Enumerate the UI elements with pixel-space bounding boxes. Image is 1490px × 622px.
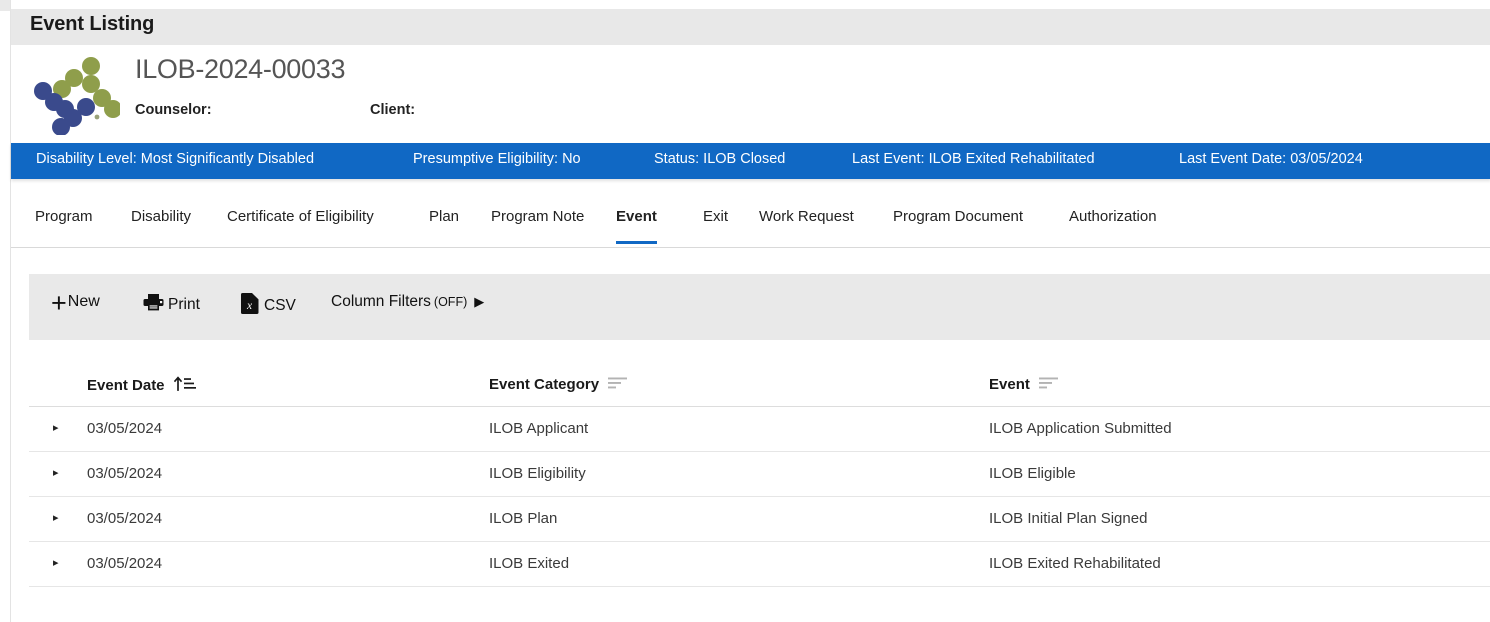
- row-expand-icon[interactable]: ▸: [53, 421, 59, 434]
- column-header-event[interactable]: Event: [989, 375, 1059, 393]
- sort-ascending-icon: [173, 376, 196, 396]
- cell-event-date: 03/05/2024: [87, 555, 163, 572]
- svg-text:x: x: [246, 300, 253, 312]
- status-presumptive-eligibility: Presumptive Eligibility: No: [413, 151, 581, 167]
- tab-event[interactable]: Event: [616, 208, 657, 244]
- record-id: ILOB-2024-00033: [135, 54, 346, 84]
- column-filters-state: (OFF): [433, 295, 468, 309]
- sort-icon: [608, 376, 628, 394]
- table-row[interactable]: ▸ 03/05/2024 ILOB Applicant ILOB Applica…: [29, 407, 1490, 452]
- column-header-label: Event Category: [489, 375, 600, 393]
- column-filters-label: Column Filters: [331, 293, 431, 310]
- cell-event-date: 03/05/2024: [87, 420, 163, 437]
- page-title: Event Listing: [30, 13, 155, 35]
- tab-exit[interactable]: Exit: [703, 208, 728, 241]
- table-row[interactable]: ▸ 03/05/2024 ILOB Eligibility ILOB Eligi…: [29, 452, 1490, 497]
- tab-authorization[interactable]: Authorization: [1069, 208, 1157, 241]
- status-status: Status: ILOB Closed: [654, 151, 786, 167]
- status-bar: Disability Level: Most Significantly Dis…: [11, 143, 1490, 179]
- column-header-event-date[interactable]: Event Date: [87, 375, 196, 395]
- new-button[interactable]: + New: [51, 288, 100, 318]
- caret-right-icon: ▶: [474, 294, 485, 309]
- event-listing-page: Tracking Inbox/Client/Program Listing/Pr…: [0, 0, 1490, 622]
- column-header-label: Event Date: [87, 376, 165, 394]
- csv-file-icon: x: [241, 293, 259, 319]
- csv-button[interactable]: x CSV: [241, 293, 296, 319]
- agency-dots-logo-icon: [34, 57, 120, 135]
- tab-program-note[interactable]: Program Note: [491, 208, 584, 241]
- tab-certificate-of-eligibility[interactable]: Certificate of Eligibility: [227, 208, 374, 241]
- sort-icon: [1038, 376, 1059, 394]
- status-last-event-date: Last Event Date: 03/05/2024: [1179, 151, 1363, 167]
- table-row[interactable]: ▸ 03/05/2024 ILOB Plan ILOB Initial Plan…: [29, 497, 1490, 542]
- cell-event-category: ILOB Applicant: [489, 420, 589, 437]
- cell-event-date: 03/05/2024: [87, 465, 163, 482]
- tab-work-request[interactable]: Work Request: [759, 208, 854, 241]
- cell-event-date: 03/05/2024: [87, 510, 163, 527]
- row-expand-icon[interactable]: ▸: [53, 466, 59, 479]
- page-title-bar: Event Listing: [11, 9, 1490, 45]
- status-disability-level: Disability Level: Most Significantly Dis…: [36, 151, 315, 167]
- listing-toolbar: + New Print x CSV Column Filters (OFF) ▶: [29, 274, 1490, 340]
- csv-button-label: CSV: [264, 297, 296, 314]
- print-button[interactable]: Print: [143, 293, 200, 316]
- printer-icon: [143, 293, 164, 316]
- tab-disability[interactable]: Disability: [131, 208, 191, 241]
- cell-event-category: ILOB Exited: [489, 555, 570, 572]
- tab-plan[interactable]: Plan: [429, 208, 459, 241]
- cell-event: ILOB Exited Rehabilitated: [989, 555, 1161, 572]
- column-header-label: Event: [989, 375, 1030, 393]
- tab-bar: Program Disability Certificate of Eligib…: [11, 196, 1490, 248]
- column-filters-toggle[interactable]: Column Filters (OFF) ▶: [331, 293, 484, 311]
- plus-icon: +: [51, 288, 67, 318]
- row-expand-icon[interactable]: ▸: [53, 511, 59, 524]
- content-panel: Event Listing ILOB-2024-00033 Counselor:…: [10, 0, 1490, 622]
- print-button-label: Print: [168, 295, 200, 313]
- row-expand-icon[interactable]: ▸: [53, 556, 59, 569]
- status-last-event: Last Event: ILOB Exited Rehabilitated: [852, 151, 1095, 167]
- cell-event: ILOB Eligible: [989, 465, 1076, 482]
- cell-event-category: ILOB Eligibility: [489, 465, 586, 482]
- tab-program-document[interactable]: Program Document: [893, 208, 1023, 241]
- counselor-label: Counselor:: [135, 102, 212, 118]
- client-label: Client:: [370, 102, 416, 118]
- cell-event: ILOB Initial Plan Signed: [989, 510, 1148, 527]
- record-header: ILOB-2024-00033 Counselor: Client:: [11, 45, 1490, 143]
- cell-event: ILOB Application Submitted: [989, 420, 1172, 437]
- column-header-event-category[interactable]: Event Category: [489, 375, 628, 393]
- tab-program[interactable]: Program: [35, 208, 93, 241]
- cell-event-category: ILOB Plan: [489, 510, 558, 527]
- new-button-label: New: [67, 293, 100, 310]
- table-header-row: Event Date Event Category Event: [29, 362, 1490, 407]
- table-row[interactable]: ▸ 03/05/2024 ILOB Exited ILOB Exited Reh…: [29, 542, 1490, 587]
- event-table: Event Date Event Category Event ▸ 03/05/…: [29, 362, 1490, 587]
